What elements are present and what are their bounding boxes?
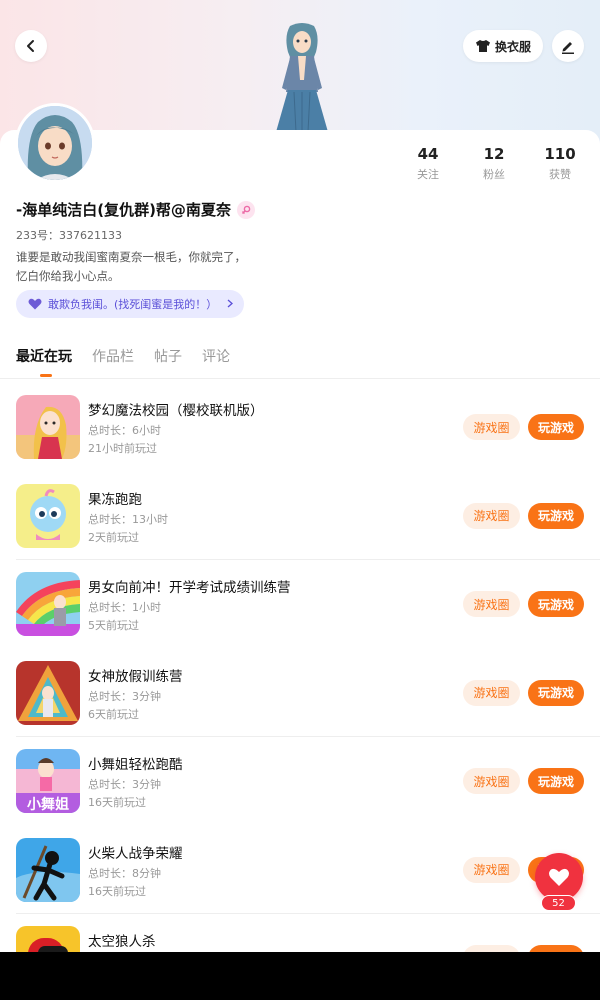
game-circle-button[interactable]: 游戏圈	[463, 856, 520, 883]
tab-recently-played[interactable]: 最近在玩	[16, 346, 72, 377]
user-avatar[interactable]	[15, 103, 95, 183]
stat-value: 110	[544, 145, 576, 163]
game-last-played: 16天前玩过	[88, 796, 146, 809]
game-playtime: 总时长：8分钟	[88, 866, 161, 880]
stat-followers[interactable]: 12 粉丝	[461, 145, 527, 182]
tabs-divider	[0, 378, 600, 379]
tab-posts[interactable]: 帖子	[154, 346, 182, 376]
tab-works[interactable]: 作品栏	[92, 346, 134, 376]
game-row[interactable]: 果冻跑跑 总时长：13小时 2天前玩过 游戏圈 玩游戏	[0, 472, 600, 561]
bestie-label: 敢欺负我闺。(找死闺蜜是我的！）	[48, 298, 218, 311]
game-row[interactable]: 火柴人战争荣耀 总时长：8分钟 16天前玩过 游戏圈 玩游戏	[0, 826, 600, 915]
stickman-war-icon[interactable]	[16, 837, 80, 902]
game-row[interactable]: 女神放假训练营 总时长：3分钟 6天前玩过 游戏圈 玩游戏	[0, 649, 600, 738]
profile-tabs: 最近在玩 作品栏 帖子 评论	[16, 346, 230, 377]
game-last-played: 5天前玩过	[88, 619, 139, 632]
game-name: 小舞姐轻松跑酷	[88, 757, 183, 773]
game-name: 梦幻魔法校园（樱校联机版）	[88, 403, 264, 419]
stat-likes[interactable]: 110 获赞	[527, 145, 593, 182]
game-row[interactable]: 太空狼人杀 游戏圈 玩游戏	[0, 914, 600, 952]
change-outfit-label: 换衣服	[494, 39, 531, 54]
game-row[interactable]: 梦幻魔法校园（樱校联机版） 总时长：6小时 21小时前玩过 游戏圈 玩游戏	[0, 383, 600, 472]
game-circle-button[interactable]: 游戏圈	[463, 414, 520, 440]
game-name: 男女向前冲！开学考试成绩训练营	[88, 580, 291, 596]
game-playtime: 总时长：13小时	[88, 512, 168, 526]
stat-label: 粉丝	[483, 168, 505, 181]
tab-comments[interactable]: 评论	[202, 346, 230, 376]
game-circle-button[interactable]: 游戏圈	[463, 591, 520, 617]
play-game-button[interactable]: 玩游戏	[528, 679, 584, 706]
game-last-played: 16天前玩过	[88, 884, 146, 898]
stat-following[interactable]: 44 关注	[395, 145, 461, 182]
bestie-badge[interactable]: 敢欺负我闺。(找死闺蜜是我的！）	[16, 290, 244, 318]
chevron-left-icon	[27, 40, 34, 52]
female-gender-icon	[236, 200, 255, 219]
dance-parkour-icon[interactable]: 小舞姐	[16, 749, 80, 813]
game-name: 火柴人战争荣耀	[88, 845, 183, 862]
profile-screen: 换衣服 44 关注 12 粉丝 110 获赞 -海单纯洁白(复仇群)帮@南夏奈 …	[0, 0, 600, 952]
game-playtime: 总时长：1小时	[88, 601, 161, 614]
game-circle-button[interactable]: 游戏圈	[463, 768, 520, 794]
play-game-button[interactable]: 玩游戏	[528, 768, 584, 794]
jelly-run-icon[interactable]	[16, 483, 80, 548]
change-outfit-button[interactable]: 换衣服	[463, 30, 543, 62]
play-game-button[interactable]: 玩游戏	[528, 591, 584, 617]
play-game-button[interactable]: 玩游戏	[528, 414, 584, 440]
edit-profile-button[interactable]	[552, 30, 584, 62]
game-circle-button[interactable]: 游戏圈	[463, 945, 520, 952]
stat-label: 关注	[417, 168, 439, 181]
like-count-badge: 52	[541, 895, 576, 911]
back-button[interactable]	[15, 30, 47, 62]
user-id: 233号：337621133	[16, 229, 122, 242]
space-werewolf-icon[interactable]	[16, 926, 80, 952]
play-game-button[interactable]: 玩游戏	[528, 945, 584, 952]
game-name: 女神放假训练营	[88, 668, 183, 685]
game-last-played: 21小时前玩过	[88, 442, 157, 455]
game-last-played: 2天前玩过	[88, 530, 139, 544]
goddess-camp-icon[interactable]	[16, 660, 80, 725]
game-playtime: 总时长：3分钟	[88, 689, 161, 703]
heart-icon	[549, 868, 569, 886]
play-game-button[interactable]: 玩游戏	[528, 502, 584, 529]
user-bio: 谁要是敢动我闺蜜南夏奈一根毛，你就完了， 忆白你给我小心点。	[16, 248, 316, 286]
stat-label: 获赞	[549, 168, 571, 181]
magic-school-icon[interactable]	[16, 395, 80, 459]
bio-line: 谁要是敢动我闺蜜南夏奈一根毛，你就完了，	[16, 250, 246, 264]
game-circle-button[interactable]: 游戏圈	[463, 679, 520, 706]
game-name: 果冻跑跑	[88, 491, 142, 508]
tshirt-icon	[475, 40, 490, 52]
rainbow-run-icon[interactable]	[16, 572, 80, 636]
username-row: -海单纯洁白(复仇群)帮@南夏奈	[16, 199, 255, 220]
stat-value: 12	[483, 145, 505, 163]
like-button[interactable]	[535, 853, 583, 901]
username: -海单纯洁白(复仇群)帮@南夏奈	[16, 201, 231, 219]
recent-games-list: 梦幻魔法校园（樱校联机版） 总时长：6小时 21小时前玩过 游戏圈 玩游戏 果冻…	[0, 383, 600, 952]
game-last-played: 6天前玩过	[88, 707, 139, 721]
game-row[interactable]: 小舞姐 小舞姐轻松跑酷 总时长：3分钟 16天前玩过 游戏圈 玩游戏	[0, 737, 600, 826]
profile-stats: 44 关注 12 粉丝 110 获赞	[395, 145, 595, 182]
game-playtime: 总时长：3分钟	[88, 778, 161, 791]
game-circle-button[interactable]: 游戏圈	[463, 502, 520, 529]
game-playtime: 总时长：6小时	[88, 424, 161, 437]
game-row[interactable]: 男女向前冲！开学考试成绩训练营 总时长：1小时 5天前玩过 游戏圈 玩游戏	[0, 560, 600, 649]
chevron-right-icon	[227, 298, 234, 311]
bio-line: 忆白你给我小心点。	[16, 269, 120, 283]
stat-value: 44	[417, 145, 439, 163]
pencil-icon	[562, 42, 574, 54]
heart-icon	[28, 298, 42, 310]
game-name: 太空狼人杀	[88, 934, 156, 950]
dressup-character-figure[interactable]	[262, 22, 342, 133]
game-icon-text: 小舞姐	[27, 796, 69, 813]
